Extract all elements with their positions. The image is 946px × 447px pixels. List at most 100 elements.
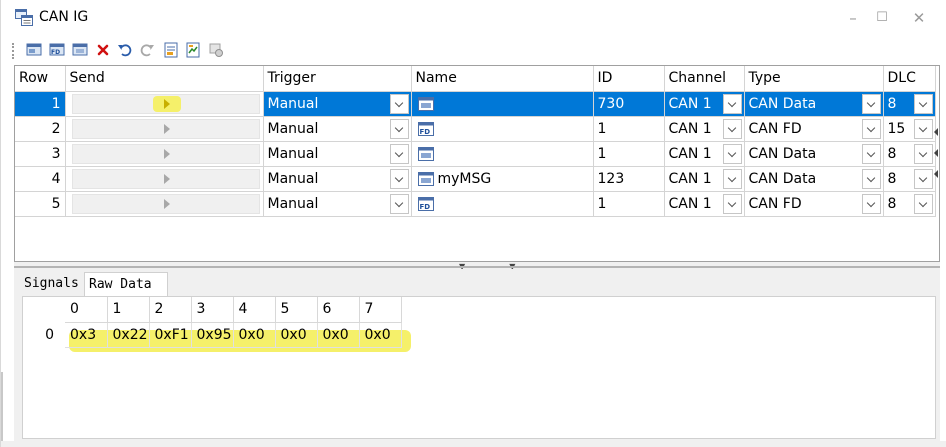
chevron-down-icon[interactable] <box>861 118 881 139</box>
name-cell[interactable] <box>411 141 594 167</box>
toolbar-grip[interactable] <box>12 43 15 59</box>
table-row[interactable]: 1 Manual 730 CAN 1 CAN Data 8 <box>15 91 936 117</box>
chevron-down-icon[interactable] <box>913 193 933 214</box>
send-button[interactable] <box>71 193 260 214</box>
add-canfd-message-icon[interactable]: FD <box>49 42 65 58</box>
raw-byte-cell[interactable]: 0x3 <box>65 322 108 348</box>
tab-raw-data[interactable]: Raw Data <box>84 272 168 296</box>
maximize-button[interactable]: ☐ <box>872 8 892 28</box>
raw-byte-cell[interactable]: 0x95 <box>191 322 234 348</box>
raw-byte-cell[interactable]: 0xF1 <box>149 322 192 348</box>
name-cell[interactable]: FD <box>411 116 594 142</box>
channel-select[interactable]: CAN 1 <box>664 141 745 167</box>
add-can-message-icon[interactable] <box>26 42 42 58</box>
chevron-down-icon[interactable] <box>389 93 409 114</box>
name-cell[interactable] <box>411 91 594 117</box>
column-header-trigger[interactable]: Trigger <box>263 66 412 92</box>
id-cell[interactable]: 1 <box>593 191 665 217</box>
row-number[interactable]: 4 <box>15 166 66 192</box>
type-select[interactable]: CAN FD <box>744 116 884 142</box>
send-cell <box>65 166 264 192</box>
chevron-down-icon[interactable] <box>722 143 742 164</box>
id-cell[interactable]: 1 <box>593 141 665 167</box>
import-icon[interactable] <box>163 42 179 58</box>
name-cell[interactable]: FD <box>411 191 594 217</box>
column-header-name[interactable]: Name <box>411 66 594 92</box>
minimize-button[interactable]: – <box>843 8 863 28</box>
raw-byte-cell[interactable]: 0x0 <box>359 322 402 348</box>
dlc-select[interactable]: 8 <box>883 191 936 217</box>
row-number[interactable]: 2 <box>15 116 66 142</box>
chevron-down-icon[interactable] <box>722 168 742 189</box>
add-message-icon[interactable] <box>72 42 88 58</box>
row-number[interactable]: 5 <box>15 191 66 217</box>
row-number[interactable]: 3 <box>15 141 66 167</box>
column-header-id[interactable]: ID <box>593 66 665 92</box>
type-select[interactable]: CAN Data <box>744 91 884 117</box>
chevron-down-icon[interactable] <box>913 143 933 164</box>
column-header-dlc[interactable]: DLC <box>883 66 936 92</box>
chevron-down-icon[interactable] <box>722 193 742 214</box>
row-number[interactable]: 1 <box>15 91 66 117</box>
chevron-down-icon[interactable] <box>722 93 742 114</box>
chevron-down-icon[interactable] <box>861 143 881 164</box>
undo-icon[interactable] <box>117 42 133 58</box>
play-icon <box>163 148 170 159</box>
id-cell[interactable]: 1 <box>593 116 665 142</box>
chevron-down-icon[interactable] <box>389 168 409 189</box>
chevron-down-icon[interactable] <box>861 93 881 114</box>
trigger-select[interactable]: Manual <box>263 116 412 142</box>
table-row[interactable]: 5 Manual FD 1 CAN 1 CAN FD 8 <box>15 191 936 217</box>
send-button[interactable] <box>71 93 260 114</box>
chevron-down-icon[interactable] <box>389 118 409 139</box>
chevron-down-icon[interactable] <box>913 118 933 139</box>
trigger-select[interactable]: Manual <box>263 141 412 167</box>
export-icon[interactable] <box>185 42 201 58</box>
column-header-type[interactable]: Type <box>744 66 884 92</box>
chevron-down-icon[interactable] <box>389 193 409 214</box>
column-header-row[interactable]: Row <box>15 66 66 92</box>
raw-byte-cell[interactable]: 0x0 <box>317 322 360 348</box>
column-header-send[interactable]: Send <box>65 66 264 92</box>
type-select[interactable]: CAN FD <box>744 191 884 217</box>
chevron-down-icon[interactable] <box>913 168 933 189</box>
table-row[interactable]: 2 Manual FD 1 CAN 1 CAN FD 15 <box>15 116 936 142</box>
play-icon <box>163 98 170 109</box>
chevron-down-icon[interactable] <box>389 143 409 164</box>
channel-select[interactable]: CAN 1 <box>664 91 745 117</box>
send-button[interactable] <box>71 168 260 189</box>
raw-byte-cell[interactable]: 0x0 <box>275 322 318 348</box>
name-cell[interactable]: myMSG <box>411 166 594 192</box>
table-row[interactable]: 4 Manual myMSG 123 CAN 1 CAN Data 8 <box>15 166 936 192</box>
id-cell[interactable]: 730 <box>593 91 665 117</box>
type-select[interactable]: CAN Data <box>744 166 884 192</box>
column-header-channel[interactable]: Channel <box>664 66 745 92</box>
dlc-select[interactable]: 8 <box>883 91 936 117</box>
trigger-select[interactable]: Manual <box>263 191 412 217</box>
send-highlight <box>152 95 181 112</box>
dlc-select[interactable]: 15 <box>883 116 936 142</box>
settings-icon[interactable] <box>208 42 224 58</box>
channel-select[interactable]: CAN 1 <box>664 166 745 192</box>
chevron-down-icon[interactable] <box>722 118 742 139</box>
redo-icon[interactable] <box>139 42 155 58</box>
dlc-select[interactable]: 8 <box>883 166 936 192</box>
table-row[interactable]: 3 Manual 1 CAN 1 CAN Data 8 <box>15 141 936 167</box>
channel-select[interactable]: CAN 1 <box>664 116 745 142</box>
raw-byte-cell[interactable]: 0x22 <box>107 322 150 348</box>
chevron-down-icon[interactable] <box>861 193 881 214</box>
send-button[interactable] <box>71 143 260 164</box>
send-button[interactable] <box>71 118 260 139</box>
trigger-select[interactable]: Manual <box>263 166 412 192</box>
tab-signals[interactable]: Signals <box>20 272 84 296</box>
close-button[interactable]: ✕ <box>909 8 929 28</box>
trigger-select[interactable]: Manual <box>263 91 412 117</box>
type-select[interactable]: CAN Data <box>744 141 884 167</box>
dlc-select[interactable]: 8 <box>883 141 936 167</box>
id-cell[interactable]: 123 <box>593 166 665 192</box>
raw-byte-cell[interactable]: 0x0 <box>233 322 276 348</box>
channel-select[interactable]: CAN 1 <box>664 191 745 217</box>
delete-icon[interactable] <box>95 42 111 58</box>
chevron-down-icon[interactable] <box>861 168 881 189</box>
chevron-down-icon[interactable] <box>913 93 933 114</box>
